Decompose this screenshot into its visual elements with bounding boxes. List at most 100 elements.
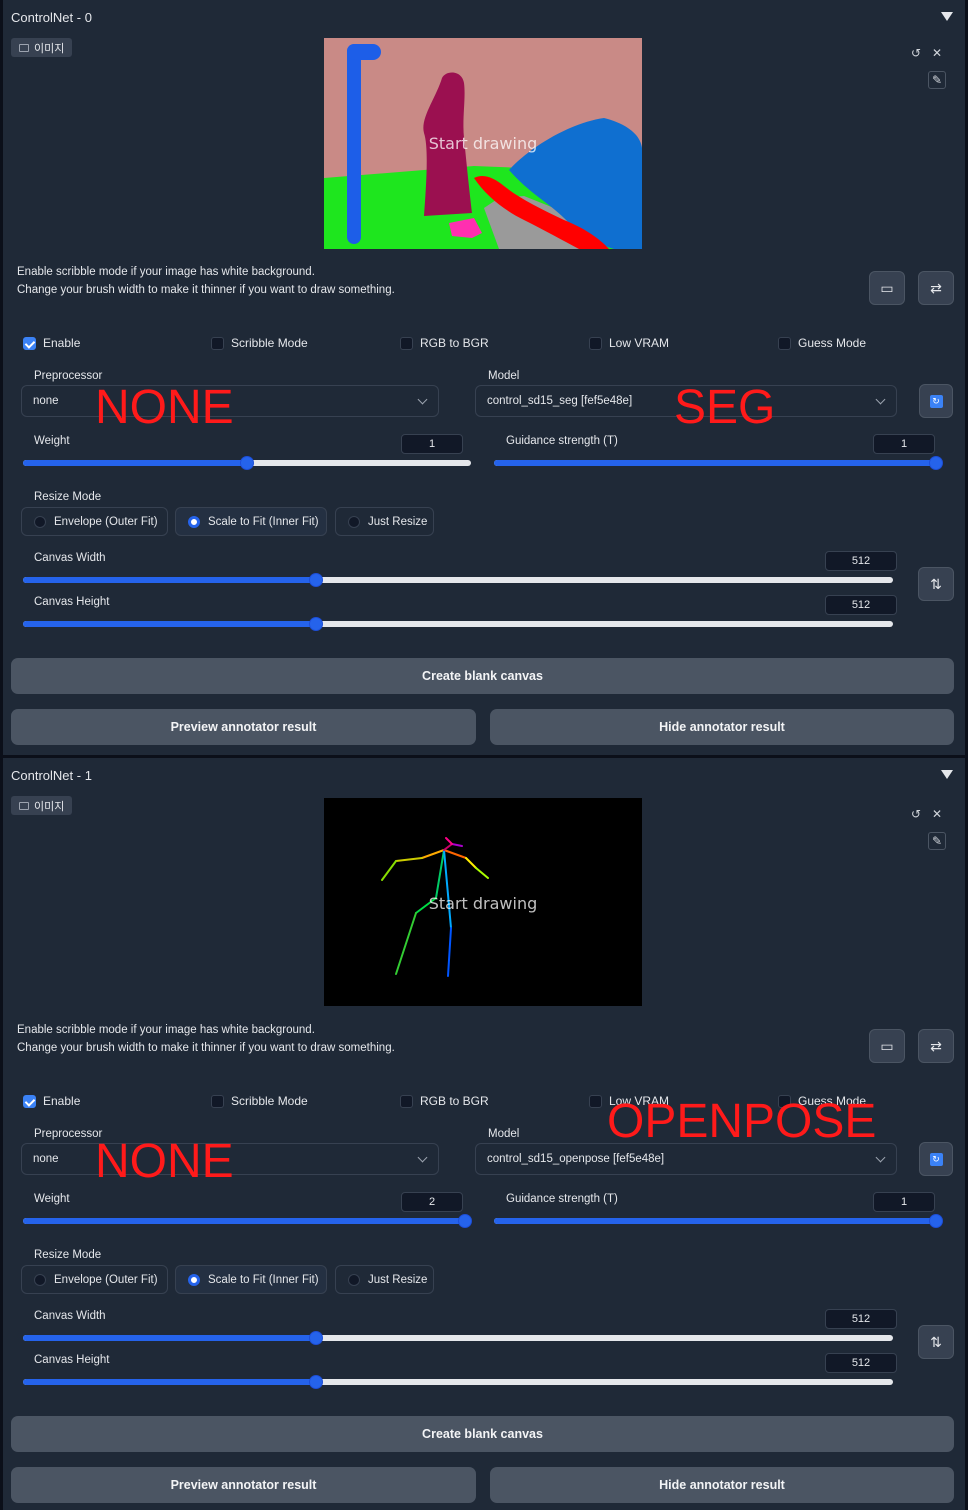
canvas-width-slider[interactable] bbox=[23, 1331, 893, 1345]
guidance-slider[interactable] bbox=[494, 456, 943, 470]
scribble-mode-checkbox[interactable]: Scribble Mode bbox=[211, 1094, 308, 1108]
canvas-height-slider[interactable] bbox=[23, 1375, 893, 1389]
radio-label: Scale to Fit (Inner Fit) bbox=[208, 515, 319, 528]
radio-icon bbox=[348, 515, 360, 528]
guidance-slider[interactable] bbox=[494, 1214, 943, 1228]
swap-button[interactable]: ⇄ bbox=[918, 1029, 954, 1063]
scribble-mode-checkbox[interactable]: Scribble Mode bbox=[211, 336, 308, 350]
resize-just-resize-radio[interactable]: Just Resize bbox=[335, 507, 434, 536]
rgb-to-bgr-checkbox[interactable]: RGB to BGR bbox=[400, 336, 489, 350]
weight-slider[interactable] bbox=[23, 1214, 472, 1228]
undo-icon[interactable]: ↺ bbox=[907, 44, 925, 62]
image-tab[interactable]: 이미지 bbox=[11, 38, 73, 57]
chevron-down-icon bbox=[417, 1152, 428, 1163]
canvas-height-label: Canvas Height bbox=[34, 1354, 110, 1366]
annotation-overlay-preprocessor: NONE bbox=[95, 1135, 234, 1188]
hide-annotator-button[interactable]: Hide annotator result bbox=[490, 1467, 954, 1503]
canvas-height-slider[interactable] bbox=[23, 617, 893, 631]
segmentation-image bbox=[324, 38, 642, 249]
weight-input[interactable]: 2 bbox=[401, 1192, 463, 1212]
camera-button[interactable]: ▭ bbox=[869, 1029, 905, 1063]
radio-label: Envelope (Outer Fit) bbox=[54, 515, 158, 528]
collapse-icon[interactable] bbox=[941, 12, 953, 21]
canvas-width-slider[interactable] bbox=[23, 573, 893, 587]
slider-handle[interactable] bbox=[929, 1214, 943, 1228]
slider-handle[interactable] bbox=[309, 617, 324, 631]
annotation-overlay-model: OPENPOSE bbox=[607, 1095, 877, 1148]
model-label: Model bbox=[488, 1128, 520, 1140]
rgb-to-bgr-checkbox[interactable]: RGB to BGR bbox=[400, 1094, 489, 1108]
undo-icon[interactable]: ↺ bbox=[907, 805, 925, 823]
checkbox-icon bbox=[211, 1094, 224, 1108]
chevron-down-icon bbox=[417, 394, 428, 405]
slider-handle[interactable] bbox=[458, 1214, 472, 1228]
enable-checkbox[interactable]: Enable bbox=[23, 1094, 80, 1108]
close-icon[interactable]: ✕ bbox=[928, 44, 946, 62]
swap-button[interactable]: ⇄ bbox=[918, 271, 954, 305]
refresh-models-button[interactable]: ↻ bbox=[919, 1142, 953, 1176]
canvas-height-input[interactable]: 512 bbox=[825, 1353, 897, 1373]
hint-text: Enable scribble mode if your image has w… bbox=[17, 263, 395, 299]
brush-icon[interactable]: ✎ bbox=[928, 71, 946, 89]
camera-button[interactable]: ▭ bbox=[869, 271, 905, 305]
openpose-image bbox=[324, 798, 642, 1006]
enable-checkbox[interactable]: Enable bbox=[23, 336, 80, 350]
preview-annotator-button[interactable]: Preview annotator result bbox=[11, 1467, 476, 1503]
preview-annotator-button[interactable]: Preview annotator result bbox=[11, 709, 476, 745]
create-blank-canvas-button[interactable]: Create blank canvas bbox=[11, 658, 954, 694]
swap-dimensions-button[interactable]: ⇅ bbox=[918, 1325, 954, 1359]
refresh-models-button[interactable]: ↻ bbox=[919, 384, 953, 418]
guidance-input[interactable]: 1 bbox=[873, 1192, 935, 1212]
create-blank-canvas-button[interactable]: Create blank canvas bbox=[11, 1416, 954, 1452]
checkbox-checked-icon bbox=[23, 1094, 36, 1108]
chevron-down-icon bbox=[875, 394, 886, 405]
controlnet-unit-1: ControlNet - 1 이미지 Start drawing ↺ ✕ ✎ E… bbox=[3, 758, 965, 1510]
image-canvas[interactable]: Start drawing bbox=[324, 798, 642, 1006]
radio-selected-icon bbox=[188, 515, 200, 528]
image-tab-label: 이미지 bbox=[34, 800, 65, 813]
weight-input[interactable]: 1 bbox=[401, 434, 463, 454]
hint-line-1: Enable scribble mode if your image has w… bbox=[17, 266, 315, 278]
low-vram-checkbox[interactable]: Low VRAM bbox=[589, 336, 669, 350]
radio-label: Envelope (Outer Fit) bbox=[54, 1273, 158, 1286]
resize-envelope-radio[interactable]: Envelope (Outer Fit) bbox=[21, 1265, 168, 1294]
slider-fill bbox=[23, 577, 317, 583]
chevron-down-icon bbox=[875, 1152, 886, 1163]
swap-dimensions-button[interactable]: ⇅ bbox=[918, 567, 954, 601]
image-canvas[interactable]: Start drawing bbox=[324, 38, 642, 249]
panel-title[interactable]: ControlNet - 0 bbox=[11, 10, 92, 25]
image-icon bbox=[19, 801, 29, 810]
radio-selected-icon bbox=[188, 1273, 200, 1286]
canvas-width-label: Canvas Width bbox=[34, 552, 106, 564]
resize-scale-to-fit-radio[interactable]: Scale to Fit (Inner Fit) bbox=[175, 507, 327, 536]
slider-fill bbox=[23, 621, 317, 627]
canvas-width-input[interactable]: 512 bbox=[825, 551, 897, 571]
low-vram-label: Low VRAM bbox=[609, 336, 670, 350]
image-tab[interactable]: 이미지 bbox=[11, 796, 73, 815]
collapse-icon[interactable] bbox=[941, 770, 953, 779]
slider-handle[interactable] bbox=[309, 573, 324, 587]
resize-just-resize-radio[interactable]: Just Resize bbox=[335, 1265, 434, 1294]
canvas-width-input[interactable]: 512 bbox=[825, 1309, 897, 1329]
resize-scale-to-fit-radio[interactable]: Scale to Fit (Inner Fit) bbox=[175, 1265, 327, 1294]
preprocessor-value: none bbox=[33, 1153, 59, 1165]
hide-annotator-button[interactable]: Hide annotator result bbox=[490, 709, 954, 745]
preprocessor-label: Preprocessor bbox=[34, 370, 103, 382]
resize-envelope-radio[interactable]: Envelope (Outer Fit) bbox=[21, 507, 168, 536]
annotation-overlay-model: SEG bbox=[674, 381, 776, 434]
guess-mode-checkbox[interactable]: Guess Mode bbox=[778, 336, 866, 350]
canvas-height-input[interactable]: 512 bbox=[825, 595, 897, 615]
brush-icon[interactable]: ✎ bbox=[928, 832, 946, 850]
refresh-icon: ↻ bbox=[929, 394, 943, 408]
guidance-input[interactable]: 1 bbox=[873, 434, 935, 454]
slider-handle[interactable] bbox=[240, 456, 254, 470]
checkbox-icon bbox=[778, 336, 791, 350]
panel-title[interactable]: ControlNet - 1 bbox=[11, 768, 92, 783]
slider-fill bbox=[23, 460, 247, 466]
slider-handle[interactable] bbox=[309, 1375, 324, 1389]
weight-slider[interactable] bbox=[23, 456, 471, 470]
close-icon[interactable]: ✕ bbox=[928, 805, 946, 823]
radio-label: Just Resize bbox=[368, 515, 428, 528]
slider-handle[interactable] bbox=[929, 456, 943, 470]
slider-handle[interactable] bbox=[309, 1331, 324, 1345]
